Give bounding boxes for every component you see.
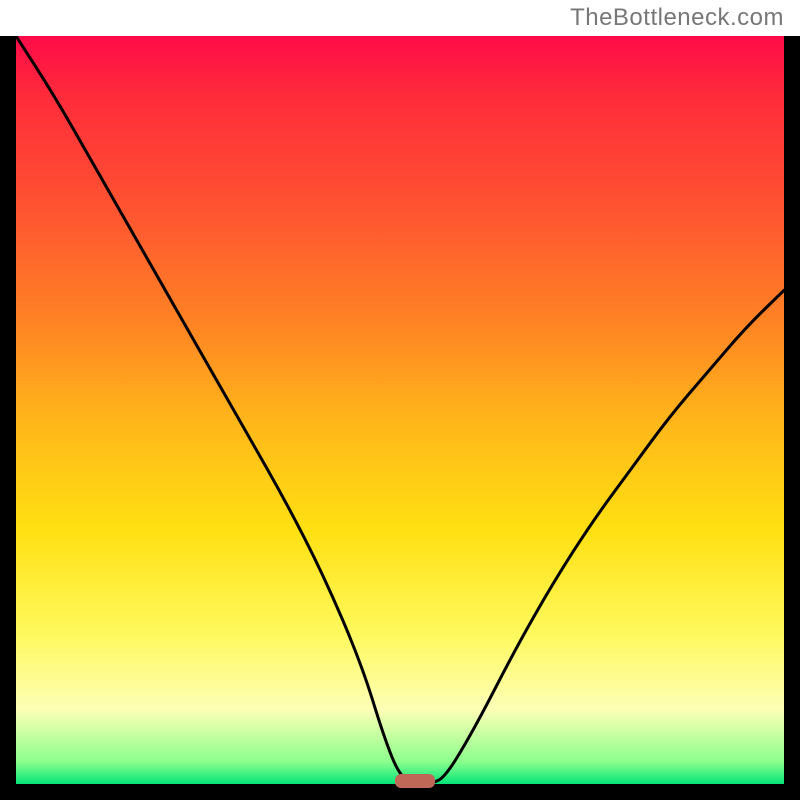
bottleneck-curve-svg xyxy=(16,36,784,784)
optimum-marker xyxy=(395,774,435,788)
plot-frame xyxy=(0,36,800,800)
bottleneck-chart: TheBottleneck.com xyxy=(0,0,800,800)
bottleneck-curve-path xyxy=(16,36,784,784)
watermark-text: TheBottleneck.com xyxy=(570,4,784,32)
